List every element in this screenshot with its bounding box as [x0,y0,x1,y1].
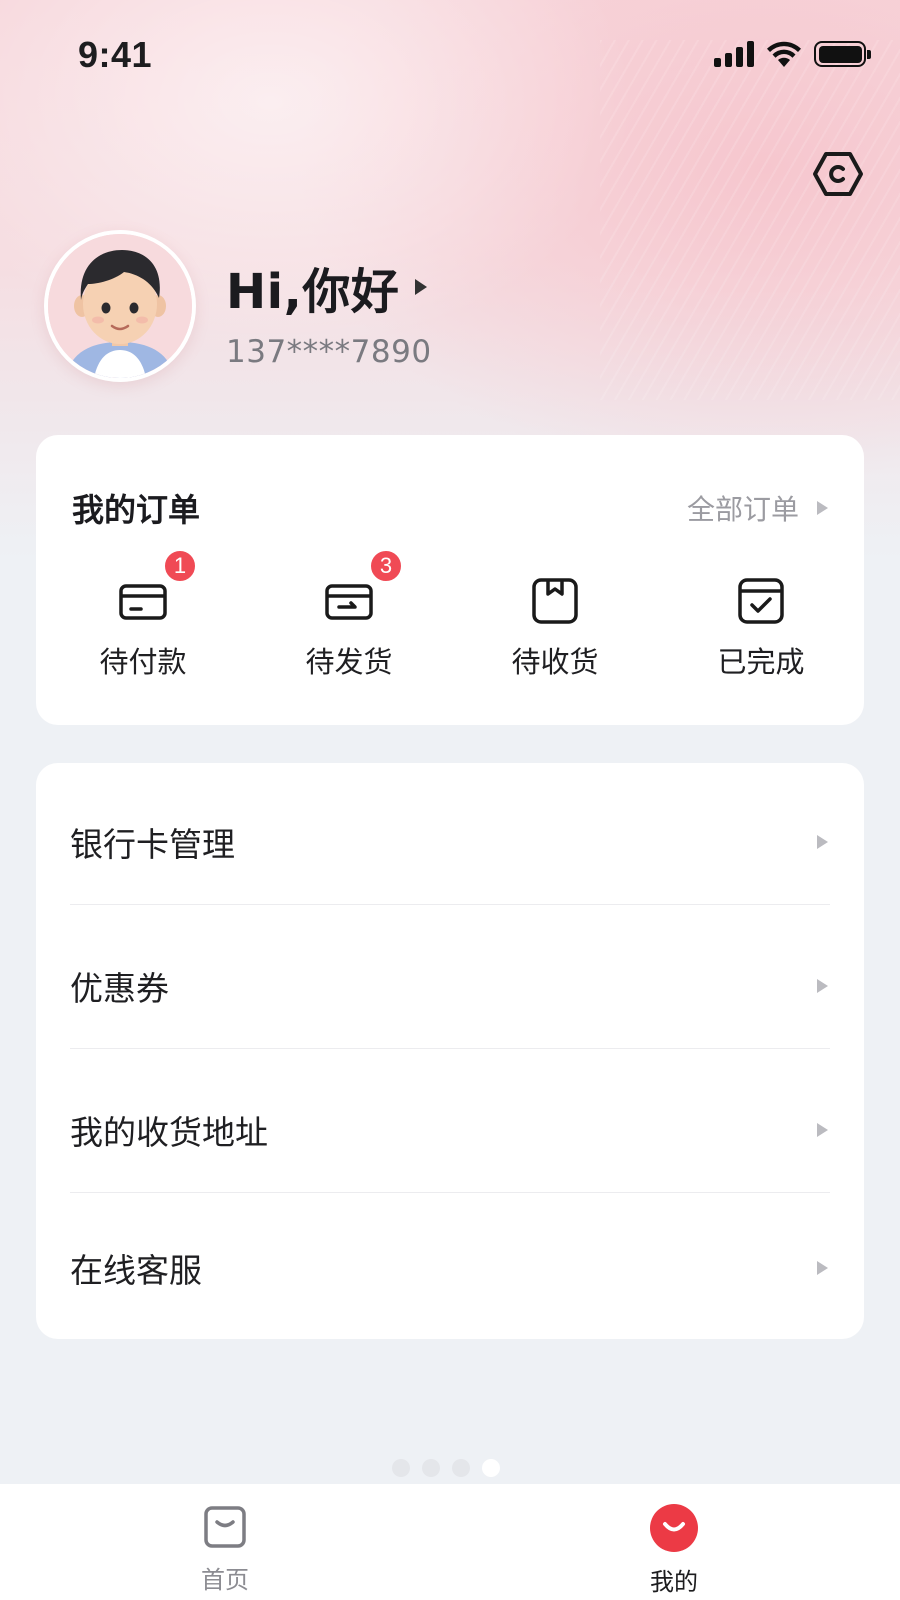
greeting-row[interactable]: Hi,你好 [226,252,428,322]
order-label: 待收货 [511,645,599,679]
menu-item-label: 优惠券 [70,969,169,1008]
page-dot [422,1459,440,1477]
menu-item-label: 在线客服 [70,1251,202,1290]
order-label: 待付款 [99,645,187,679]
battery-icon [814,41,871,67]
orders-header: 我的订单 全部订单 [72,485,828,531]
tab-home[interactable]: 首页 [165,1504,285,1595]
menu-card: 银行卡管理 优惠券 我的收货地址 在线客服 [36,763,864,1339]
chevron-right-icon [817,835,828,849]
divider [70,1048,830,1049]
orders-title: 我的订单 [72,491,201,529]
page-indicator [392,1459,500,1477]
all-orders-label: 全部订单 [686,493,799,526]
order-label: 已完成 [717,645,805,679]
profile-arrow-icon [415,279,428,295]
chevron-right-icon [817,1261,828,1275]
settings-hexagon-icon [813,152,863,196]
page-dot-active [482,1459,500,1477]
all-orders-arrow-icon [817,501,828,515]
shopping-bag-icon [204,1506,246,1548]
wallet-icon [119,584,167,620]
greeting-text: Hi,你好 [226,264,400,320]
order-status-row: 1 待付款 3 待发货 待收货 已完成 [36,549,864,681]
order-pending-shipment[interactable]: 3 待发货 [246,549,452,681]
phone-number: 137****7890 [226,334,432,370]
all-orders-link[interactable]: 全部订单 [687,488,828,528]
smile-icon [650,1504,698,1552]
status-bar: 9:41 [0,0,900,110]
tab-mine[interactable]: 我的 [614,1504,734,1597]
order-badge: 3 [369,549,403,583]
chevron-right-icon [817,979,828,993]
avatar[interactable] [44,230,196,382]
page-dot [452,1459,470,1477]
menu-item-coupons[interactable]: 优惠券 [70,962,828,1010]
order-pending-payment[interactable]: 1 待付款 [40,549,246,681]
order-badge: 1 [163,549,197,583]
chevron-right-icon [817,1123,828,1137]
orders-card: 我的订单 全部订单 1 待付款 3 待发货 待收货 已完成 [36,435,864,725]
order-label: 待发货 [305,645,393,679]
menu-item-label: 银行卡管理 [70,825,235,864]
page-dot [392,1459,410,1477]
status-time: 9:41 [78,34,153,75]
settings-button[interactable] [812,148,864,200]
box-icon [532,578,578,624]
menu-item-customer-service[interactable]: 在线客服 [70,1244,828,1292]
divider [70,904,830,905]
divider [70,1192,830,1193]
order-completed[interactable]: 已完成 [658,573,864,681]
order-pending-receipt[interactable]: 待收货 [452,573,658,681]
package-send-icon [325,584,373,620]
menu-item-bank-cards[interactable]: 银行卡管理 [70,818,828,866]
status-icons [714,40,871,68]
tab-label: 我的 [650,1568,698,1596]
avatar-illustration [48,234,192,378]
check-box-icon [738,578,784,624]
tab-label: 首页 [201,1566,249,1594]
tab-bar: 首页 我的 [0,1484,900,1600]
menu-item-addresses[interactable]: 我的收货地址 [70,1106,828,1154]
wifi-icon [767,41,801,67]
cellular-signal-icon [714,41,754,67]
menu-item-label: 我的收货地址 [70,1113,268,1152]
